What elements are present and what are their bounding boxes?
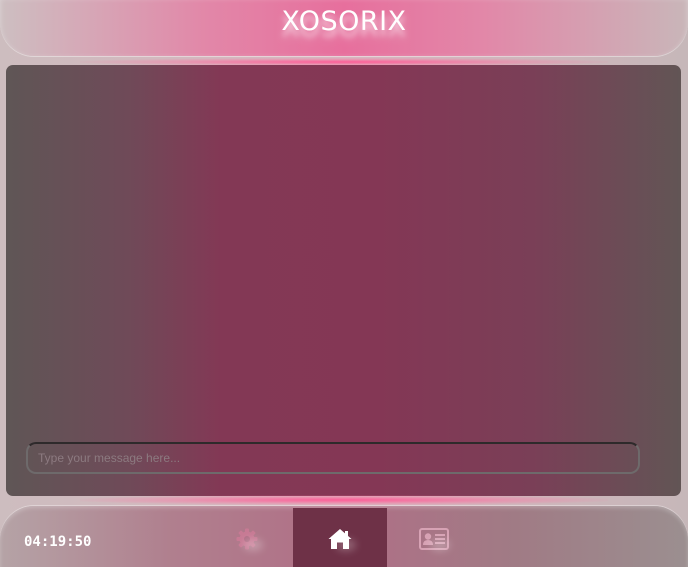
- chat-panel: [6, 65, 681, 496]
- nav-profile-button[interactable]: [387, 508, 481, 567]
- nav-home-button[interactable]: [293, 508, 387, 567]
- message-input[interactable]: [26, 442, 640, 474]
- clock: 04:19:50: [24, 534, 92, 550]
- gear-icon: [231, 523, 263, 555]
- footer-nav-bar: 04:19:50: [0, 506, 688, 567]
- nav-settings-button[interactable]: [200, 508, 294, 567]
- footer-glow: [80, 495, 608, 505]
- app-window: XOSORIX 04:19:50: [0, 0, 688, 567]
- id-card-icon: [418, 523, 450, 555]
- header-bar: XOSORIX: [0, 0, 688, 56]
- app-title: XOSORIX: [281, 6, 407, 37]
- home-icon: [324, 523, 356, 555]
